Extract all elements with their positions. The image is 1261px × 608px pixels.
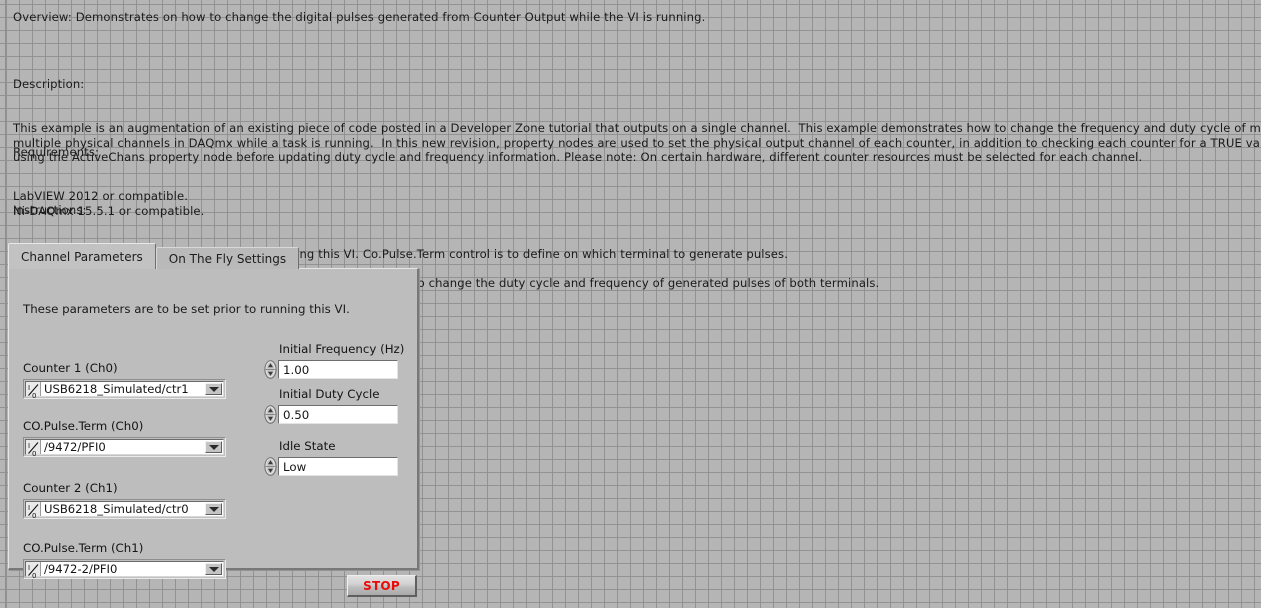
co-pulse-term-ch1-combo-inner: I 0 /9472-2/PFI0 <box>25 561 224 579</box>
initial-frequency-value[interactable]: 1.00 <box>278 360 398 379</box>
io-channel-icon: I 0 <box>26 440 41 457</box>
front-panel: Overview: Demonstrates on how to change … <box>0 0 1261 608</box>
stop-button-label: STOP <box>363 578 400 593</box>
tab-channel-parameters-label: Channel Parameters <box>21 249 143 264</box>
counter1-dropdown-button[interactable] <box>205 383 222 395</box>
counter2-dropdown-button[interactable] <box>205 503 222 515</box>
counter1-combo[interactable]: I 0 USB6218_Simulated/ctr1 <box>23 379 226 399</box>
svg-text:0: 0 <box>32 450 36 457</box>
idle-state-value[interactable]: Low <box>278 457 398 476</box>
panel-left-border <box>5 0 6 608</box>
initial-duty-cycle-value[interactable]: 0.50 <box>278 405 398 424</box>
chevron-down-icon <box>208 506 219 512</box>
initial-frequency-control[interactable]: 1.00 <box>264 359 398 380</box>
chevron-down-icon <box>208 444 219 450</box>
description-heading: Description: <box>13 77 85 92</box>
tab-on-the-fly-settings-label: On The Fly Settings <box>168 251 287 266</box>
tab-page-note: These parameters are to be set prior to … <box>23 302 350 316</box>
requirements-heading: Requirements: <box>13 145 100 160</box>
initial-frequency-label: Initial Frequency (Hz) <box>279 342 405 356</box>
co-pulse-term-ch0-combo-inner: I 0 /9472/PFI0 <box>25 439 224 457</box>
svg-text:I: I <box>28 564 30 572</box>
co-pulse-term-ch1-value: /9472-2/PFI0 <box>41 562 205 576</box>
initial-duty-cycle-stepper[interactable] <box>264 405 277 424</box>
counter1-value: USB6218_Simulated/ctr1 <box>41 382 205 396</box>
idle-state-control[interactable]: Low <box>264 456 398 477</box>
idle-state-label: Idle State <box>279 439 336 453</box>
initial-duty-cycle-label: Initial Duty Cycle <box>279 387 380 401</box>
svg-text:0: 0 <box>32 512 36 519</box>
initial-frequency-stepper[interactable] <box>264 360 277 379</box>
svg-text:I: I <box>28 442 30 450</box>
svg-text:I: I <box>28 504 30 512</box>
counter1-label: Counter 1 (Ch0) <box>23 361 118 375</box>
counter2-label: Counter 2 (Ch1) <box>23 481 118 495</box>
svg-text:0: 0 <box>32 572 36 579</box>
counter2-combo-inner: I 0 USB6218_Simulated/ctr0 <box>25 501 224 519</box>
io-channel-icon: I 0 <box>26 382 41 399</box>
co-pulse-term-ch1-dropdown-button[interactable] <box>205 563 222 575</box>
co-pulse-term-ch1-combo[interactable]: I 0 /9472-2/PFI0 <box>23 559 226 579</box>
io-channel-icon: I 0 <box>26 502 41 519</box>
chevron-down-icon <box>208 386 219 392</box>
counter1-combo-inner: I 0 USB6218_Simulated/ctr1 <box>25 381 224 399</box>
co-pulse-term-ch0-label: CO.Pulse.Term (Ch0) <box>23 419 144 433</box>
overview-text: Overview: Demonstrates on how to change … <box>13 10 706 24</box>
tab-channel-parameters[interactable]: Channel Parameters <box>8 243 156 269</box>
tab-on-the-fly-settings[interactable]: On The Fly Settings <box>155 247 300 269</box>
co-pulse-term-ch1-label: CO.Pulse.Term (Ch1) <box>23 541 144 555</box>
co-pulse-term-ch0-value: /9472/PFI0 <box>41 440 205 454</box>
tab-strip: Channel Parameters On The Fly Settings <box>8 243 300 269</box>
chevron-down-icon <box>208 566 219 572</box>
idle-state-stepper[interactable] <box>264 457 277 476</box>
io-channel-icon: I 0 <box>26 562 41 579</box>
svg-text:0: 0 <box>32 392 36 399</box>
tab-page-channel-parameters: These parameters are to be set prior to … <box>8 268 419 579</box>
svg-text:I: I <box>28 384 30 392</box>
instructions-heading: Instructions: <box>13 203 87 218</box>
counter2-value: USB6218_Simulated/ctr0 <box>41 502 205 516</box>
initial-duty-cycle-control[interactable]: 0.50 <box>264 404 398 425</box>
co-pulse-term-ch0-combo[interactable]: I 0 /9472/PFI0 <box>23 437 226 457</box>
stop-button[interactable]: STOP <box>347 575 417 597</box>
tab-control: Channel Parameters On The Fly Settings T… <box>8 243 419 579</box>
counter2-combo[interactable]: I 0 USB6218_Simulated/ctr0 <box>23 499 226 519</box>
co-pulse-term-ch0-dropdown-button[interactable] <box>205 441 222 453</box>
